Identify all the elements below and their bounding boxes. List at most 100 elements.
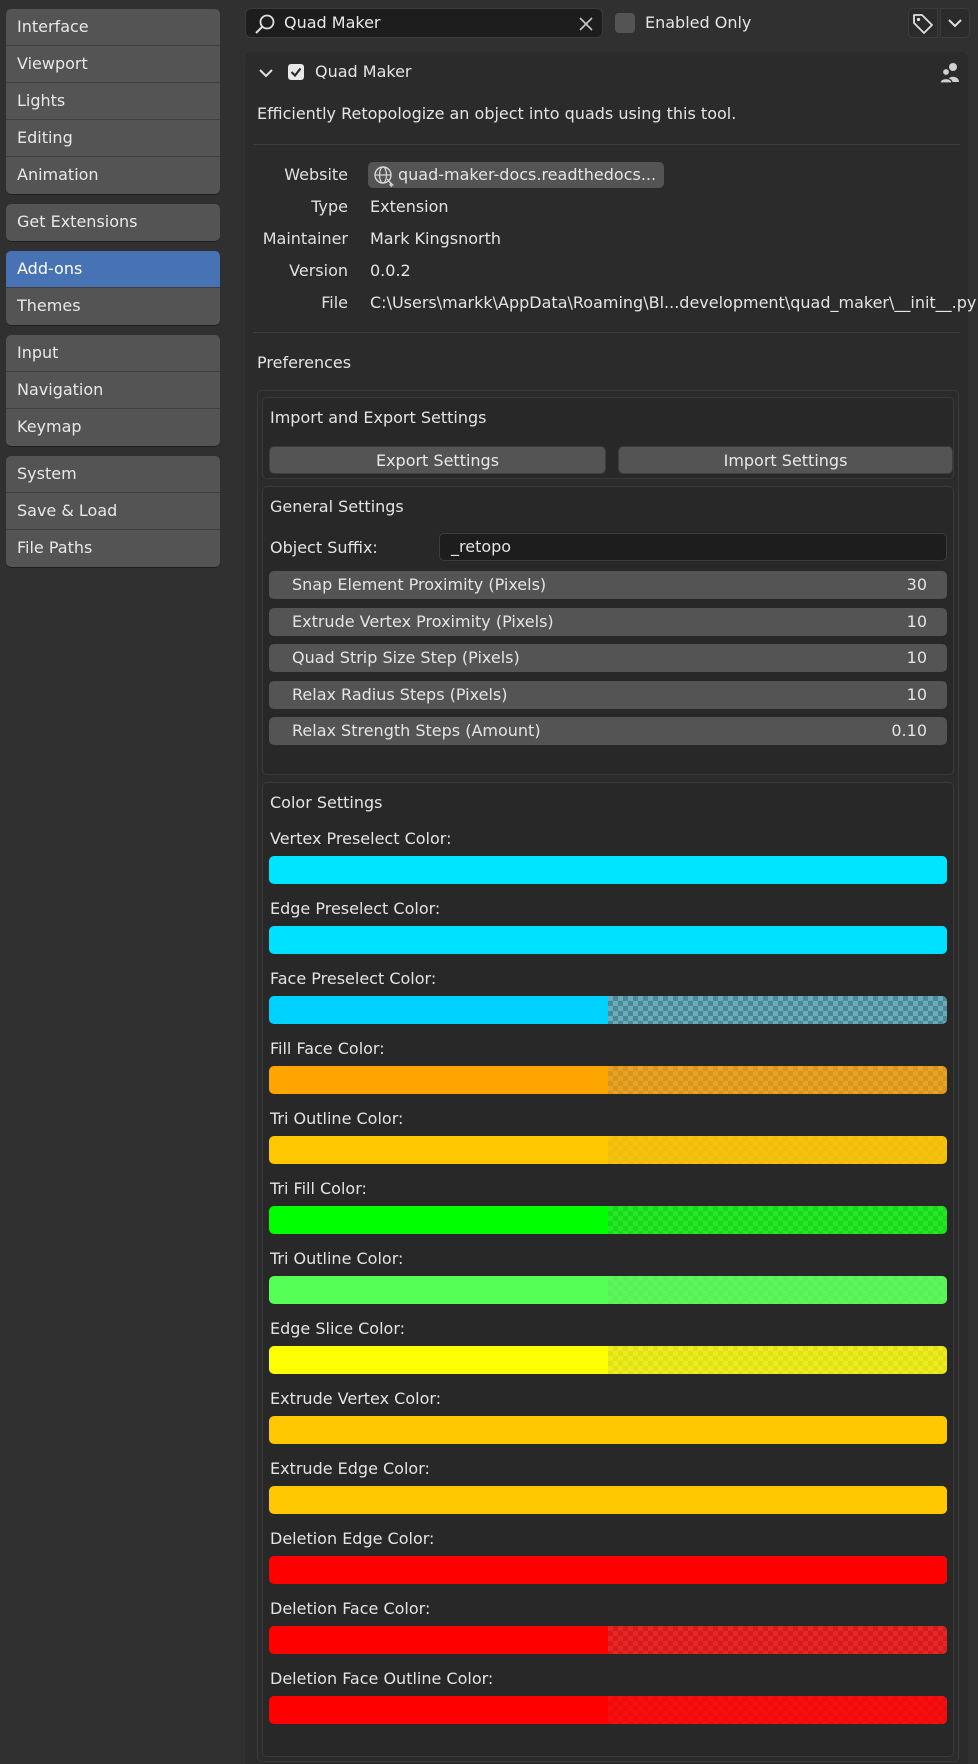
color-swatch[interactable] [269, 1486, 947, 1514]
color-swatch-alpha [608, 1556, 947, 1584]
slider-value: 10 [906, 611, 927, 631]
color-settings-section: Color Settings Vertex Preselect Color: Ed… [262, 782, 954, 1757]
sidebar-item-save-load[interactable]: Save & Load [6, 493, 220, 530]
color-swatch-alpha [608, 856, 947, 884]
sidebar-item-viewport[interactable]: Viewport [6, 46, 220, 83]
color-swatch-tint [608, 856, 947, 884]
website-label: Website [284, 165, 348, 184]
website-link-button[interactable]: quad-maker-docs.readthedocs... [368, 162, 665, 188]
slider-label: Relax Radius Steps (Pixels) [292, 684, 508, 704]
color-swatch-solid [269, 1696, 608, 1724]
color-swatch-tint [608, 1486, 947, 1514]
color-swatch[interactable] [269, 1136, 947, 1164]
color-swatch-alpha [608, 1136, 947, 1164]
color-swatch-tint [608, 1276, 947, 1304]
color-swatch-alpha [608, 1696, 947, 1724]
color-label: Extrude Vertex Color: [270, 1389, 442, 1408]
sidebar-item-editing[interactable]: Editing [6, 120, 220, 157]
checkmark-icon [290, 67, 302, 78]
color-label: Extrude Edge Color: [270, 1459, 430, 1478]
sidebar-group: Get Extensions [6, 204, 220, 241]
tag-filter-button[interactable] [908, 8, 938, 38]
color-swatch-tint [608, 1696, 947, 1724]
color-swatch[interactable] [269, 1346, 947, 1374]
file-path: C:\Users\markk\AppData\Roaming\Bl...deve… [370, 293, 977, 312]
color-swatch[interactable] [269, 1556, 947, 1584]
sidebar-item-file-paths[interactable]: File Paths [6, 530, 220, 567]
color-label: Vertex Preselect Color: [270, 829, 452, 848]
sidebar-item-add-ons[interactable]: Add-ons [6, 251, 220, 288]
color-label: Fill Face Color: [270, 1039, 385, 1058]
color-swatch[interactable] [269, 1276, 947, 1304]
color-swatch-alpha [608, 1416, 947, 1444]
color-swatch-solid [269, 1346, 608, 1374]
color-swatch-solid [269, 996, 608, 1024]
sidebar-item-lights[interactable]: Lights [6, 83, 220, 120]
color-swatch[interactable] [269, 1416, 947, 1444]
slider-snap-element-proximity-pixels[interactable]: Snap Element Proximity (Pixels) 30 [269, 571, 947, 599]
addon-search-input[interactable]: Quad Maker [245, 8, 603, 38]
color-swatch-tint [608, 1346, 947, 1374]
maintainer-label: Maintainer [262, 229, 348, 248]
slider-value: 10 [906, 648, 927, 667]
sidebar-group: Interface Viewport Lights Editing Animation [6, 9, 220, 194]
color-label: Edge Preselect Color: [270, 899, 441, 918]
info-row-maintainer: Maintainer Mark Kingsnorth [245, 224, 968, 254]
color-swatch-alpha [608, 1276, 947, 1304]
sidebar-item-themes[interactable]: Themes [6, 288, 220, 325]
color-label: Deletion Face Outline Color: [270, 1669, 494, 1688]
color-swatch-solid [269, 926, 608, 954]
sidebar-item-system[interactable]: System [6, 456, 220, 493]
type-label: Type [311, 197, 348, 216]
addon-header[interactable]: Quad Maker [245, 52, 968, 92]
slider-value: 30 [906, 575, 927, 594]
enabled-only-toggle[interactable]: Enabled Only [615, 12, 751, 34]
sidebar-group: System Save & Load File Paths [6, 456, 220, 567]
color-swatch-tint [608, 1556, 947, 1584]
slider-relax-radius-steps-pixels[interactable]: Relax Radius Steps (Pixels) 10 [269, 680, 947, 709]
addon-enabled-checkbox[interactable] [288, 64, 304, 80]
general-settings-section: General Settings Object Suffix: _retopo … [262, 486, 954, 775]
import-settings-button[interactable]: Import Settings [618, 446, 953, 474]
clear-search-icon[interactable] [578, 16, 594, 36]
color-settings-title: Color Settings [270, 793, 383, 812]
slider-quad-strip-size-step-pixels[interactable]: Quad Strip Size Step (Pixels) 10 [269, 644, 947, 672]
color-label: Tri Outline Color: [270, 1109, 404, 1128]
color-swatch-alpha [608, 1626, 947, 1654]
search-icon [254, 13, 276, 39]
options-menu-button[interactable] [940, 8, 970, 38]
color-label: Deletion Face Color: [270, 1599, 431, 1618]
sidebar-item-input[interactable]: Input [6, 335, 220, 372]
color-swatch[interactable] [269, 856, 947, 884]
color-swatch-tint [608, 1206, 947, 1234]
slider-value: 0.10 [891, 721, 927, 740]
sidebar-item-animation[interactable]: Animation [6, 157, 220, 194]
sidebar-item-get-extensions[interactable]: Get Extensions [6, 204, 220, 241]
export-settings-button[interactable]: Export Settings [269, 446, 606, 474]
info-row-website: Website quad-maker-docs.readthedocs... [245, 160, 968, 190]
sidebar-item-navigation[interactable]: Navigation [6, 372, 220, 409]
slider-relax-strength-steps-amount[interactable]: Relax Strength Steps (Amount) 0.10 [269, 717, 947, 745]
collapse-chevron-icon[interactable] [257, 64, 275, 86]
color-swatch-tint [608, 1066, 947, 1094]
enabled-only-checkbox[interactable] [615, 12, 635, 33]
maintainer-value: Mark Kingsnorth [370, 229, 502, 248]
color-swatch[interactable] [269, 1696, 947, 1724]
color-swatch-solid [269, 1626, 608, 1654]
globe-link-icon [373, 165, 395, 195]
color-swatch[interactable] [269, 1206, 947, 1234]
sidebar-item-interface[interactable]: Interface [6, 9, 220, 46]
color-swatch[interactable] [269, 996, 947, 1024]
color-swatch[interactable] [269, 1066, 947, 1094]
color-swatch[interactable] [269, 926, 947, 954]
color-swatch[interactable] [269, 1626, 947, 1654]
sidebar-item-keymap[interactable]: Keymap [6, 409, 220, 446]
slider-extrude-vertex-proximity-pixels[interactable]: Extrude Vertex Proximity (Pixels) 10 [269, 607, 947, 636]
object-suffix-field[interactable]: _retopo [439, 533, 947, 561]
color-swatch-alpha [608, 1066, 947, 1094]
color-swatch-solid [269, 856, 608, 884]
slider-label: Quad Strip Size Step (Pixels) [292, 648, 520, 667]
color-swatch-tint [608, 996, 947, 1024]
info-row-type: Type Extension [245, 192, 968, 222]
file-label: File [321, 293, 348, 312]
